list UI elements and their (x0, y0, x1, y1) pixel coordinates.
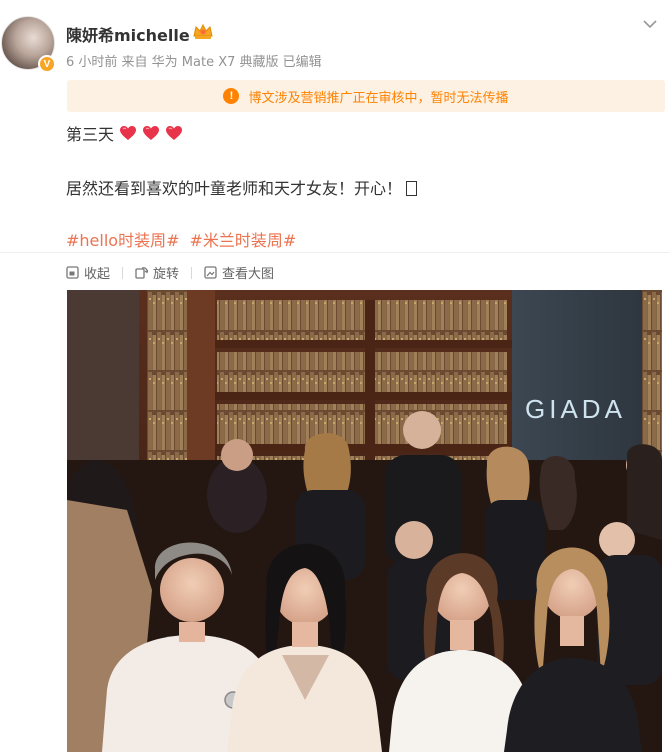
post-line-1: 第三天 (66, 121, 183, 145)
verified-badge: V (38, 55, 56, 73)
toolbar-separator (191, 266, 193, 279)
emoji-placeholder-icon (406, 181, 418, 196)
view-large-button[interactable]: 查看大图 (204, 263, 274, 282)
rotate-icon (135, 267, 149, 279)
rotate-button[interactable]: 旋转 (135, 263, 179, 282)
notice-text: 博文涉及营销推广正在审核中，暂时无法传播 (248, 90, 509, 106)
photo-illustration: GIADA (67, 290, 662, 752)
view-large-icon (204, 266, 217, 279)
hashtag-link[interactable]: #hello时装周# (66, 227, 179, 251)
post-line-2: 居然还看到喜欢的叶童老师和天才女友！开心！ (66, 175, 418, 199)
heart-icon (166, 126, 183, 140)
post-photo[interactable]: GIADA (67, 290, 662, 752)
collapse-icon (66, 266, 79, 279)
collapse-button[interactable]: 收起 (66, 263, 110, 282)
heart-icon (120, 126, 137, 140)
crown-icon (193, 23, 213, 39)
username[interactable]: 陳妍希michelle (66, 22, 190, 46)
chevron-down-icon[interactable] (642, 18, 658, 30)
post-meta: 6 小时前 来自 华为 Mate X7 典藏版 已编辑 (66, 55, 322, 70)
photo-sign-text: GIADA (525, 394, 626, 424)
rotate-label: 旋转 (153, 267, 180, 282)
heart-icon (143, 126, 160, 140)
post-header: V 陳妍希michelle 6 小时前 来自 华为 Mate X7 典藏版 已编… (0, 0, 670, 76)
review-notice: ! 博文涉及营销推广正在审核中，暂时无法传播 (67, 80, 665, 112)
toolbar-separator (122, 266, 124, 279)
hashtag-link[interactable]: #米兰时装周# (189, 227, 296, 251)
warning-icon: ! (223, 88, 240, 104)
divider (0, 252, 670, 253)
collapse-label: 收起 (84, 267, 111, 282)
hashtags: #hello时装周# #米兰时装周# (66, 227, 296, 251)
view-large-label: 查看大图 (222, 267, 275, 282)
image-toolbar: 收起 旋转 查看大图 (66, 263, 274, 282)
post-line-2-text: 居然还看到喜欢的叶童老师和天才女友！开心！ (66, 179, 403, 198)
post-line-1-text: 第三天 (66, 125, 115, 144)
